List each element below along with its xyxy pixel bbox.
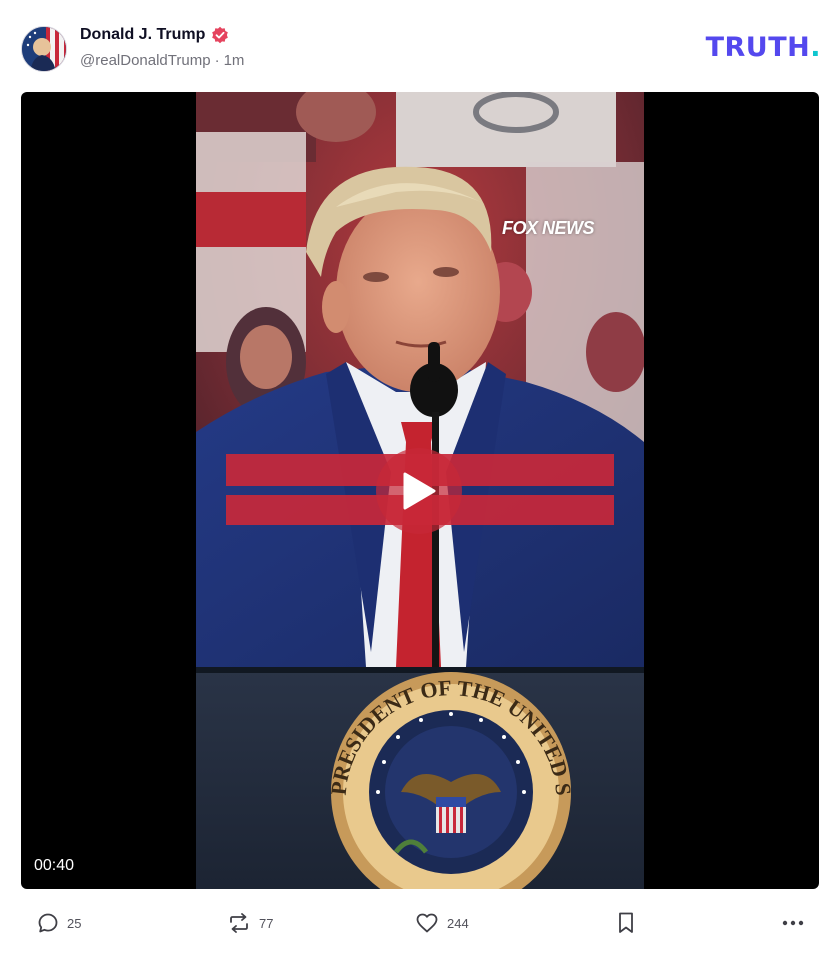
avatar[interactable] — [21, 26, 67, 72]
play-button[interactable] — [376, 448, 462, 534]
play-icon — [403, 472, 436, 510]
video-duration: 00:40 — [34, 857, 75, 874]
meta-separator: · — [214, 52, 220, 69]
brand-wordmark: TRUTH — [705, 32, 811, 63]
name-row: Donald J. Trump — [80, 26, 229, 44]
verified-badge-icon — [211, 26, 229, 44]
like-button[interactable]: 244 — [415, 905, 469, 941]
fox-news-watermark: FOX NEWS — [502, 218, 595, 238]
like-icon — [416, 913, 438, 933]
handle[interactable]: @realDonaldTrump — [80, 52, 211, 69]
reply-button[interactable]: 25 — [37, 905, 81, 941]
reply-count: 25 — [67, 915, 82, 931]
retruth-count: 77 — [259, 915, 274, 931]
bookmark-icon — [619, 912, 633, 933]
more-icon — [782, 920, 804, 926]
bookmark-button[interactable] — [615, 905, 637, 941]
retruth-button[interactable]: 77 — [227, 905, 273, 941]
post-header: Donald J. Trump @realDonaldTrump · 1m TR… — [21, 24, 821, 74]
reply-icon — [38, 913, 58, 933]
video-player[interactable]: PRESIDENT OF THE UNITED STATES FOX NEWS … — [21, 92, 819, 889]
like-count: 244 — [447, 915, 469, 931]
brand-wordmark-dot: . — [810, 32, 821, 63]
retruth-icon — [230, 913, 248, 933]
display-name[interactable]: Donald J. Trump — [80, 26, 205, 44]
post-meta: @realDonaldTrump · 1m — [80, 52, 244, 69]
truth-logo[interactable]: TRUTH. — [706, 32, 821, 63]
more-options-button[interactable] — [781, 905, 805, 941]
post-actions: 25 77 244 — [21, 905, 821, 941]
post-time[interactable]: 1m — [224, 52, 245, 69]
